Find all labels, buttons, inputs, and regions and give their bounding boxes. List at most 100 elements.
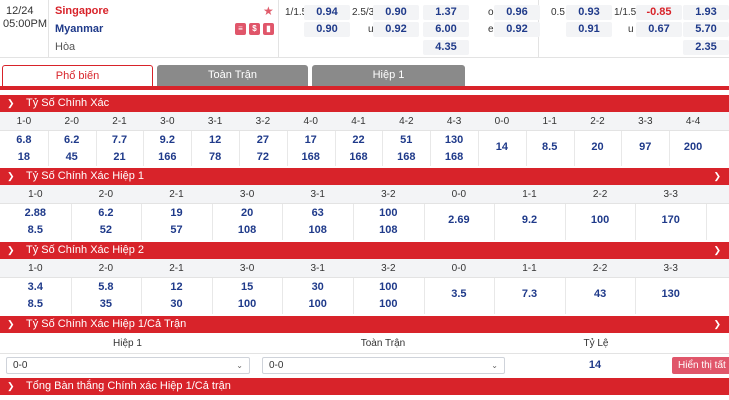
odd-odds[interactable]: 0.96 (494, 5, 540, 20)
score-odds-away[interactable]: 30 (141, 297, 212, 312)
score-odds-away[interactable]: 108 (353, 223, 424, 238)
score-odds-away[interactable]: 35 (71, 297, 142, 312)
collapse-icon: ❯ (7, 319, 15, 329)
ou-over-odds[interactable]: 0.90 (373, 5, 419, 20)
ah-home-odds[interactable]: 0.94 (304, 5, 350, 20)
score-odds-home[interactable]: 2.69 (424, 213, 495, 228)
score-odds-home[interactable]: 20 (212, 206, 283, 221)
section-htft[interactable]: ❯ Tỷ Số Chính Xác Hiệp 1/Cả Trận ❯ (0, 316, 729, 333)
htft-h1-select[interactable]: 0-0 ⌄ (6, 357, 250, 374)
score-odds-home[interactable]: 100 (353, 206, 424, 221)
h1-ou-under-odds[interactable]: 0.67 (636, 22, 682, 37)
score-odds-home[interactable]: 200 (669, 140, 717, 155)
score-odds-away[interactable]: 108 (282, 223, 353, 238)
score-odds-away[interactable]: 72 (239, 150, 287, 165)
score-label: 3-0 (160, 116, 175, 127)
show-all-button[interactable]: Hiển thị tất cả (672, 357, 729, 374)
h1-ou-under-label: u (628, 24, 634, 35)
score-odds-away[interactable]: 8.5 (0, 223, 71, 238)
score-odds-away[interactable]: 166 (143, 150, 191, 165)
money-icon[interactable]: $ (249, 23, 260, 35)
score-odds-home[interactable]: 97 (621, 140, 669, 155)
score-label: 1-0 (28, 263, 43, 274)
htft-ft-select[interactable]: 0-0 ⌄ (262, 357, 505, 374)
score-odds-home[interactable]: 27 (239, 133, 287, 148)
score-odds-away[interactable]: 168 (335, 150, 383, 165)
score-odds-home[interactable]: 15 (212, 280, 283, 295)
h1-ah-away-odds[interactable]: 0.91 (566, 22, 612, 37)
h1-ou-over-odds[interactable]: -0.85 (636, 5, 682, 20)
chevron-down-icon: ⌄ (236, 361, 243, 370)
score-label: 2-1 (169, 189, 184, 200)
score-odds-home[interactable]: 170 (635, 213, 706, 228)
score-odds-away[interactable]: 8.5 (0, 297, 71, 312)
score-odds-away[interactable]: 21 (96, 150, 144, 165)
score-label: AO (706, 185, 729, 204)
h1-1x2-away-odds[interactable]: 5.70 (683, 22, 729, 37)
favorite-star-icon[interactable]: ★ (263, 4, 274, 18)
score-odds-away[interactable]: 168 (382, 150, 430, 165)
score-odds-home[interactable]: 8.5 (526, 140, 574, 155)
score-odds-home[interactable]: 130 (430, 133, 478, 148)
score-odds-home[interactable]: 9.2 (494, 213, 565, 228)
1x2-home-odds[interactable]: 1.37 (423, 5, 469, 20)
score-odds-home[interactable]: 3.4 (0, 280, 71, 295)
score-odds-home[interactable]: 20 (574, 140, 622, 155)
section-correct-score[interactable]: ❯ Tỷ Số Chính Xác (0, 95, 729, 112)
score-odds-home[interactable]: 12 (191, 133, 239, 148)
ah-away-odds[interactable]: 0.90 (304, 22, 350, 37)
score-odds-away[interactable]: 100 (212, 297, 283, 312)
score-odds-home[interactable]: 2.88 (0, 206, 71, 221)
score-odds-away[interactable]: 100 (353, 297, 424, 312)
score-odds-home[interactable]: 43 (565, 287, 636, 302)
score-odds-home[interactable]: 130 (635, 287, 706, 302)
score-odds-away[interactable]: 108 (212, 223, 283, 238)
ou-under-odds[interactable]: 0.92 (373, 22, 419, 37)
score-odds-home[interactable]: 100 (565, 213, 636, 228)
score-odds-away[interactable]: 100 (282, 297, 353, 312)
score-odds-home[interactable]: 12 (141, 280, 212, 295)
1x2-draw-odds[interactable]: 4.35 (423, 40, 469, 55)
even-odds[interactable]: 0.92 (494, 22, 540, 37)
score-odds-home[interactable]: 19 (141, 206, 212, 221)
score-odds-home[interactable]: 51 (382, 133, 430, 148)
score-odds-home[interactable]: 63 (282, 206, 353, 221)
score-odds-home[interactable]: 7.3 (494, 287, 565, 302)
score-odds-away[interactable]: 168 (287, 150, 335, 165)
score-odds-home[interactable]: 6.2 (71, 206, 142, 221)
away-team[interactable]: Myanmar (55, 23, 103, 36)
score-odds-away[interactable]: 78 (191, 150, 239, 165)
score-odds-home[interactable]: 7.7 (96, 133, 144, 148)
stats-icon[interactable]: ≡ (235, 23, 246, 35)
score-odds-home[interactable]: 6.2 (48, 133, 96, 148)
tab-full-time[interactable]: Toàn Trận (157, 65, 308, 86)
tab-first-half[interactable]: Hiệp 1 (312, 65, 465, 86)
score-odds-home[interactable]: 5.8 (71, 280, 142, 295)
score-odds-home[interactable]: 30 (282, 280, 353, 295)
score-odds-home[interactable]: 6.8 (0, 133, 48, 148)
score-odds-away[interactable]: 57 (141, 223, 212, 238)
section-correct-score-h2[interactable]: ❯ Tỷ Số Chính Xác Hiệp 2 ❯ (0, 242, 729, 259)
section-total-goals[interactable]: ❯ Tổng Bàn thắng Chính xác Hiệp 1/Cả trậ… (0, 378, 729, 395)
score-odds-away[interactable]: 168 (430, 150, 478, 165)
1x2-away-odds[interactable]: 6.00 (423, 22, 469, 37)
chart-icon[interactable]: ▮ (263, 23, 274, 35)
score-odds-home[interactable]: 100 (353, 280, 424, 295)
score-odds-home[interactable]: 22 (335, 133, 383, 148)
score-odds-home[interactable]: 14 (478, 140, 526, 155)
score-odds-home[interactable]: 3.5 (424, 287, 495, 302)
tab-popular[interactable]: Phổ biến (2, 65, 153, 86)
section-correct-score-h1[interactable]: ❯ Tỷ Số Chính Xác Hiệp 1 ❯ (0, 168, 729, 185)
score-odds-away[interactable]: 18 (0, 150, 48, 165)
home-team[interactable]: Singapore (55, 5, 109, 18)
score-odds-home[interactable]: 17 (287, 133, 335, 148)
h1-1x2-home-odds[interactable]: 1.93 (683, 5, 729, 20)
h1-1x2-draw-odds[interactable]: 2.35 (683, 40, 729, 55)
h1-ah-home-odds[interactable]: 0.93 (566, 5, 612, 20)
score-odds-away[interactable]: 52 (71, 223, 142, 238)
column-divider (141, 278, 143, 314)
score-odds-away[interactable]: 45 (48, 150, 96, 165)
htft-odds-value[interactable]: 14 (510, 357, 680, 374)
score-odds-home[interactable]: 9.2 (143, 133, 191, 148)
score-label: 2-2 (590, 116, 605, 127)
